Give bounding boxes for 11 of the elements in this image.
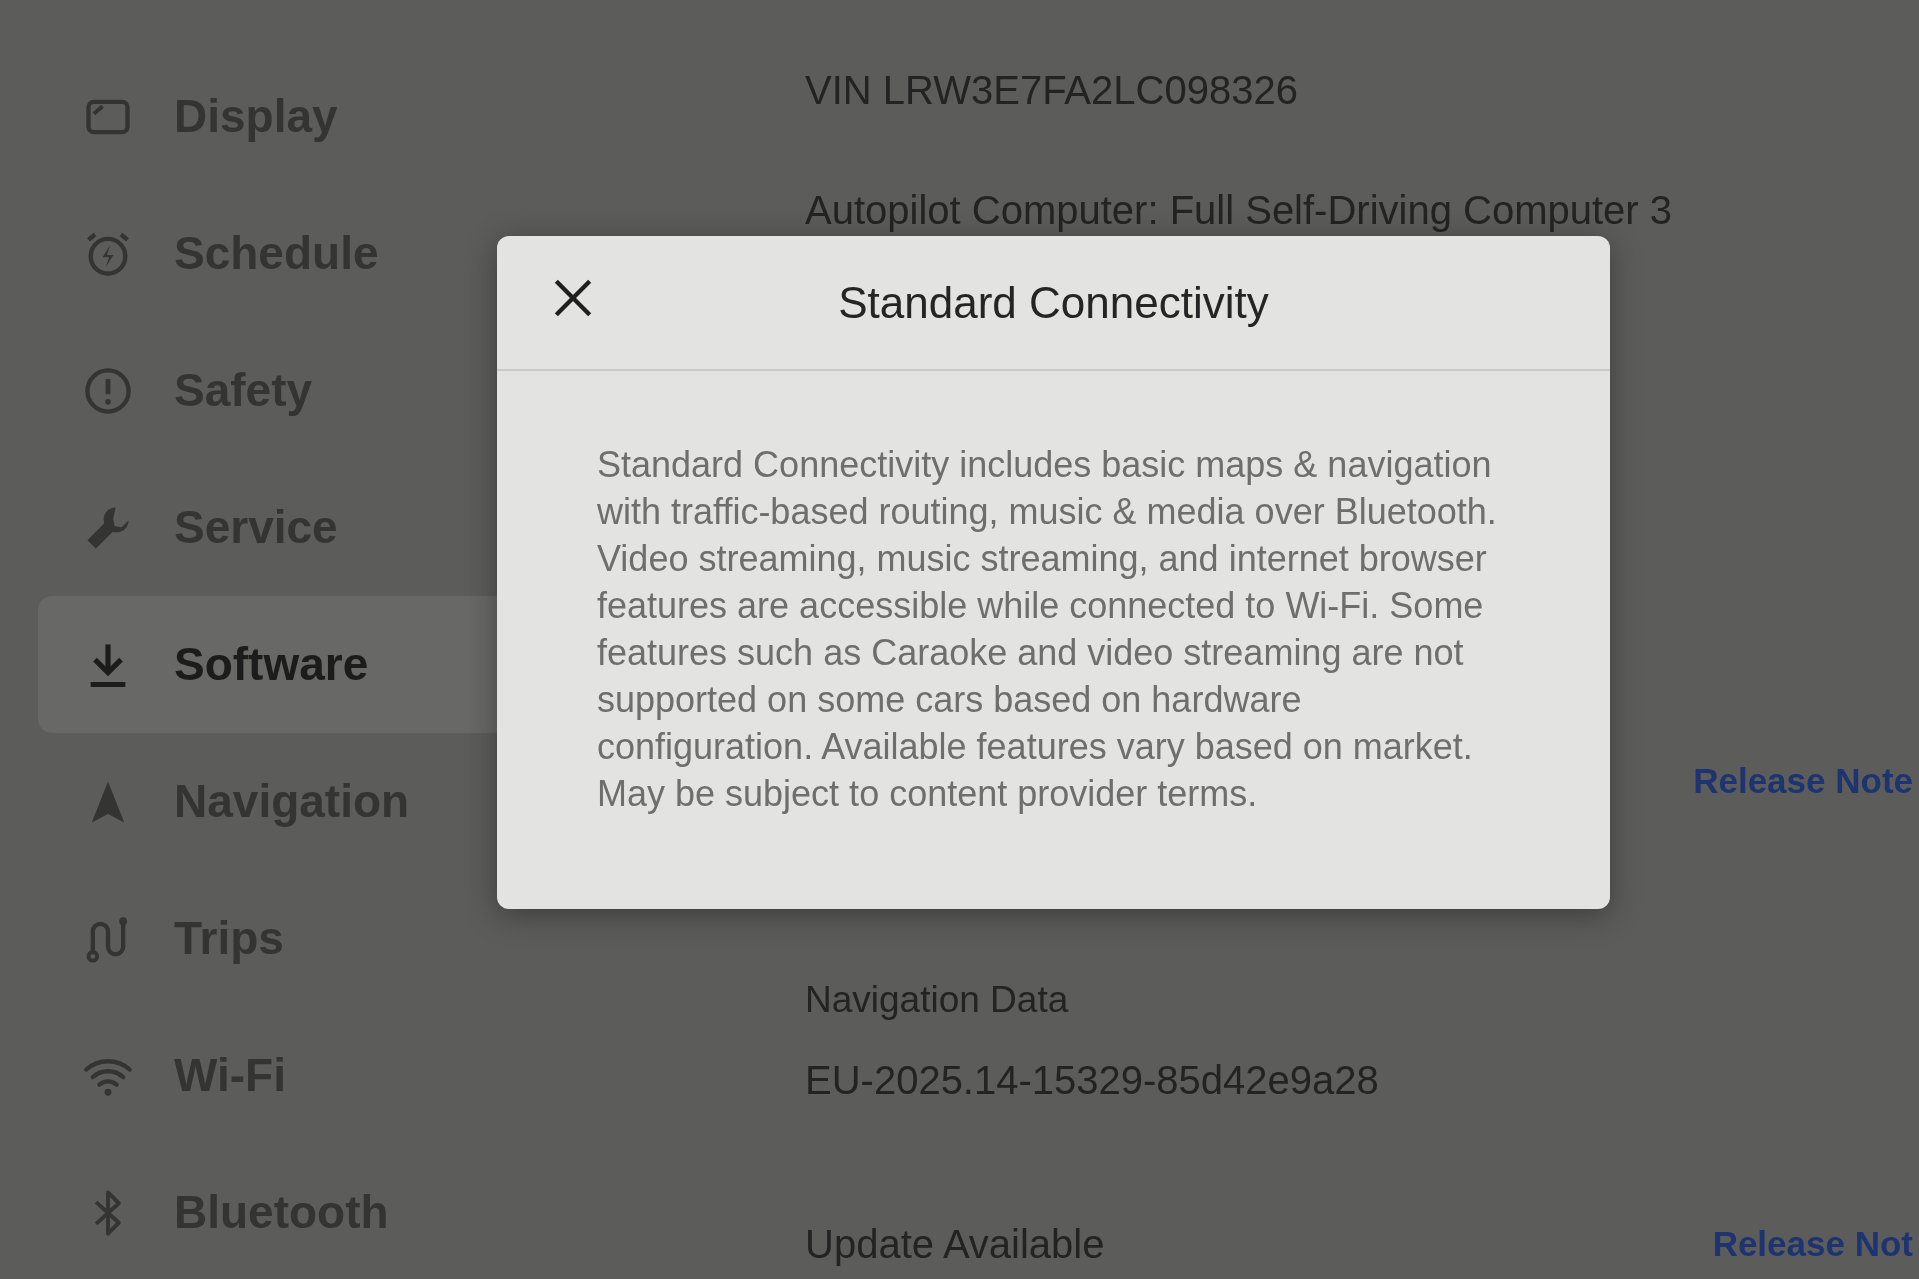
release-notes-link[interactable]: Release Not — [1712, 1221, 1913, 1267]
dialog-text: Standard Connectivity includes basic maps & navigation with traffic-based routing, music & media over Bluetooth. Video streaming, music streaming, and internet browser features are accessible while connected to Wi-Fi. Some features such as Caraoke and video streaming are not supported on some cars based on hardware configuration. Available features vary based on market. May be subject to content provider terms. — [597, 443, 1498, 816]
navigation-data-heading: Navigation Data — [805, 978, 1070, 1022]
close-button[interactable] — [553, 278, 593, 318]
navigation-data-version: EU-2025.14-15329-85d42e9a28 — [805, 1057, 1380, 1104]
dialog-title: Standard Connectivity — [838, 276, 1269, 329]
autopilot-computer-text: Autopilot Computer: Full Self-Driving Computer 3 — [805, 187, 1673, 234]
update-available-heading: Update Available — [805, 1221, 1105, 1268]
vin-text: VIN LRW3E7FA2LC098326 — [805, 67, 1299, 114]
release-notes-link[interactable]: Release Note — [1693, 758, 1913, 804]
close-icon — [553, 278, 593, 318]
